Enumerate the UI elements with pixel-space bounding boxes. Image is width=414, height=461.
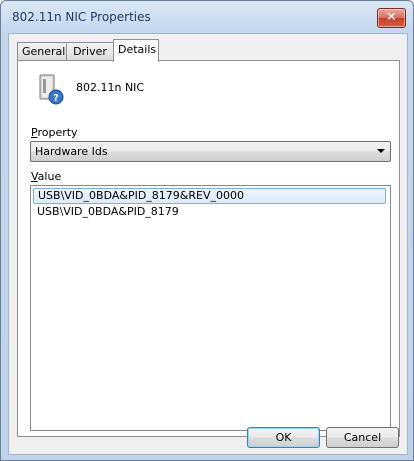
list-item[interactable]: USB\VID_0BDA&PID_8179&REV_0000 xyxy=(33,188,386,204)
properties-dialog: 802.11n NIC Properties ✕ General Driver … xyxy=(0,0,414,461)
network-adapter-question-icon: ? xyxy=(39,74,64,105)
property-label: Property xyxy=(31,126,78,139)
close-icon: ✕ xyxy=(386,10,397,25)
property-selected-value: Hardware Ids xyxy=(35,145,108,158)
title-bar[interactable]: 802.11n NIC Properties ✕ xyxy=(1,1,413,34)
close-button[interactable]: ✕ xyxy=(377,8,406,28)
list-item[interactable]: USB\VID_0BDA&PID_8179 xyxy=(33,204,386,220)
window-title: 802.11n NIC Properties xyxy=(12,10,151,24)
ok-button[interactable]: OK xyxy=(247,427,320,448)
value-label: Value xyxy=(31,170,62,183)
cancel-button[interactable]: Cancel xyxy=(326,427,399,448)
tab-details[interactable]: Details xyxy=(113,39,159,62)
svg-text:?: ? xyxy=(53,93,59,104)
details-panel: ? 802.11n NIC Property Hardware Ids Valu… xyxy=(17,60,400,437)
chevron-down-icon xyxy=(377,149,385,153)
value-listbox[interactable]: USB\VID_0BDA&PID_8179&REV_0000 USB\VID_0… xyxy=(30,185,391,431)
property-dropdown[interactable]: Hardware Ids xyxy=(30,141,391,162)
dialog-client-area: General Driver Details ? 802.11n NIC Pro… xyxy=(8,33,408,455)
tab-general[interactable]: General xyxy=(17,42,67,60)
device-name: 802.11n NIC xyxy=(76,81,145,94)
tab-driver[interactable]: Driver xyxy=(66,42,114,60)
